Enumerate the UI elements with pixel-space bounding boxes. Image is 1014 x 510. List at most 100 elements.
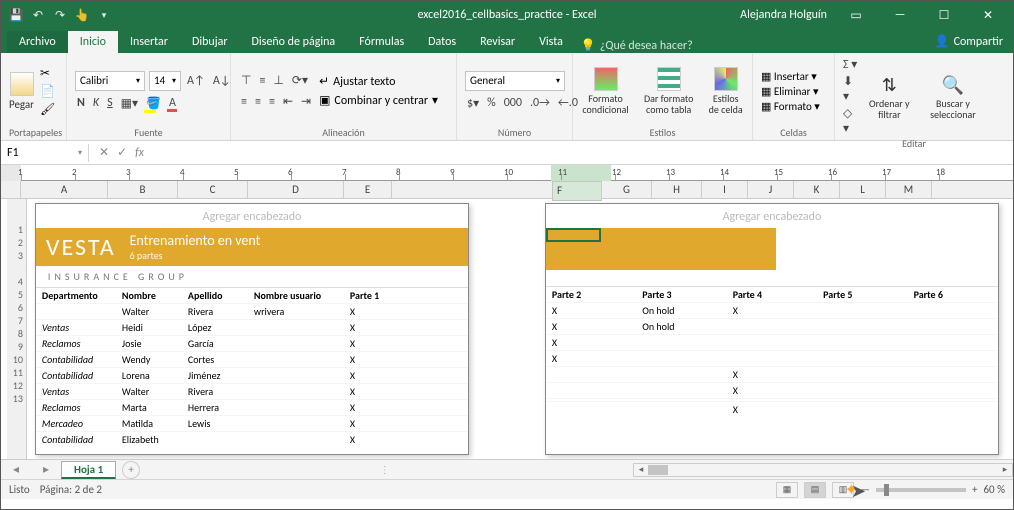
insert-cells-button[interactable]: ▦ Insertar ▾ xyxy=(761,70,820,83)
comma-icon[interactable]: 000 xyxy=(502,95,524,111)
percent-icon[interactable]: % xyxy=(485,95,498,111)
selected-cell-f1[interactable] xyxy=(546,228,601,242)
align-top-icon[interactable]: ⊤ xyxy=(239,72,253,89)
border-button[interactable]: ▦▾ xyxy=(119,95,140,112)
col-h[interactable]: H xyxy=(652,181,702,198)
save-icon[interactable]: 💾 xyxy=(9,8,23,22)
menu-datos[interactable]: Datos xyxy=(416,31,468,53)
find-select-button[interactable]: 🔍Buscar y seleccionar xyxy=(921,74,985,120)
font-size-selector[interactable]: 14 ▾ xyxy=(149,71,181,91)
table-row[interactable]: VentasHeidiLópezX xyxy=(36,320,468,336)
increase-decimal-icon[interactable]: .0→ xyxy=(528,95,552,111)
col-b[interactable]: B xyxy=(108,181,178,198)
align-center-icon[interactable]: ≡ xyxy=(253,94,263,110)
cut-icon[interactable]: ✂ xyxy=(40,66,54,80)
tell-me-search[interactable]: 💡 ¿Qué desea hacer? xyxy=(581,38,693,53)
data-table-2[interactable]: Parte 2 Parte 3 Parte 4 Parte 5 Parte 6 … xyxy=(546,286,998,417)
cancel-formula-icon[interactable]: ✕ xyxy=(99,145,109,160)
minimize-button[interactable]: — xyxy=(885,6,915,24)
table-row[interactable]: ReclamosJosieGarcíaX xyxy=(36,336,468,352)
enter-formula-icon[interactable]: ✓ xyxy=(117,145,127,160)
menu-inicio[interactable]: Inicio xyxy=(68,31,118,53)
table-row[interactable]: X xyxy=(546,402,998,418)
tab-nav-next-icon[interactable]: ▸ xyxy=(43,462,49,477)
menu-archivo[interactable]: Archivo xyxy=(7,31,68,53)
table-row[interactable]: X xyxy=(546,383,998,399)
table-row[interactable]: ReclamosMartaHerreraX xyxy=(36,400,468,416)
paste-button[interactable]: Pegar xyxy=(9,72,34,111)
redo-icon[interactable]: ↷ xyxy=(53,8,67,22)
page-2[interactable]: Agregar encabezado as Parte 2 Parte 3 Pa… xyxy=(545,203,999,455)
horizontal-scrollbar[interactable]: ◂ ▸ xyxy=(633,463,1013,477)
wrap-text-button[interactable]: ↵ Ajustar texto xyxy=(319,74,438,89)
menu-insertar[interactable]: Insertar xyxy=(118,31,180,53)
col-i[interactable]: I xyxy=(702,181,748,198)
table-row[interactable]: X xyxy=(546,367,998,383)
menu-revisar[interactable]: Revisar xyxy=(468,31,527,53)
align-left-icon[interactable]: ≡ xyxy=(239,94,249,110)
new-sheet-button[interactable]: + xyxy=(122,461,140,479)
format-table-button[interactable]: Dar formato como tabla xyxy=(640,67,697,115)
indent-dec-icon[interactable]: ⇤ xyxy=(281,93,295,110)
user-name[interactable]: Alejandra Holguín xyxy=(740,8,827,22)
italic-button[interactable]: K xyxy=(91,95,101,111)
zoom-out-button[interactable]: — xyxy=(860,483,870,496)
add-header-2[interactable]: Agregar encabezado xyxy=(546,204,998,228)
table-row[interactable]: MercadeoMatildaLewisX xyxy=(36,416,468,432)
maximize-button[interactable]: ☐ xyxy=(929,6,959,24)
table-row[interactable]: ContabilidadWendyCortesX xyxy=(36,352,468,368)
table-row[interactable]: X xyxy=(546,335,998,351)
data-table-1[interactable]: Departmento Nombre Apellido Nombre usuar… xyxy=(36,287,468,447)
table-row[interactable]: WalterRiverawriveraX xyxy=(36,304,468,320)
tab-nav-prev-icon[interactable]: ◂ xyxy=(13,462,19,477)
table-row[interactable]: ContabilidadLorenaJiménezX xyxy=(36,368,468,384)
table-row[interactable]: ContabilidadElizabethX xyxy=(36,432,468,448)
col-j[interactable]: J xyxy=(748,181,794,198)
zoom-in-button[interactable]: + xyxy=(972,483,977,496)
row-headers[interactable]: 123 456 789 101112 13 xyxy=(7,199,27,459)
col-m[interactable]: M xyxy=(886,181,932,198)
menu-formulas[interactable]: Fórmulas xyxy=(347,31,416,53)
menu-dibujar[interactable]: Dibujar xyxy=(180,31,240,53)
ribbon-options-icon[interactable]: ▭ xyxy=(841,6,871,24)
scroll-left-icon[interactable]: ◂ xyxy=(634,464,648,476)
touch-icon[interactable]: 👆 xyxy=(75,8,89,22)
font-color-button[interactable]: A xyxy=(167,95,178,111)
fill-icon[interactable]: ⬇ ▾ xyxy=(843,74,858,104)
scroll-thumb[interactable] xyxy=(648,465,668,475)
add-header-1[interactable]: Agregar encabezado xyxy=(36,204,468,228)
sort-filter-button[interactable]: ⇅Ordenar y filtrar xyxy=(864,74,915,120)
align-middle-icon[interactable]: ≡ xyxy=(257,73,267,89)
align-right-icon[interactable]: ≡ xyxy=(267,94,277,110)
increase-font-icon[interactable]: A↑ xyxy=(185,73,207,89)
sheet-tab-hoja1[interactable]: Hoja 1 xyxy=(61,461,116,479)
col-c[interactable]: C xyxy=(178,181,248,198)
orientation-icon[interactable]: ⟳▾ xyxy=(290,72,310,89)
zoom-level[interactable]: 60 % xyxy=(983,483,1005,496)
col-f[interactable]: F xyxy=(552,181,602,201)
zoom-slider[interactable] xyxy=(876,488,966,492)
copy-icon[interactable]: 📄 xyxy=(40,84,54,98)
col-e[interactable]: E xyxy=(344,181,392,198)
currency-icon[interactable]: $▾ xyxy=(465,95,481,112)
bold-button[interactable]: N xyxy=(75,95,87,111)
conditional-format-button[interactable]: Formato condicional xyxy=(581,67,630,115)
page-layout-view-button[interactable]: ▤ xyxy=(804,482,826,498)
menu-diseno[interactable]: Diseño de página xyxy=(240,31,348,53)
column-headers[interactable]: A B C D E F G H I J K L M xyxy=(1,181,1013,199)
table-row[interactable]: XOn hold xyxy=(546,319,998,335)
format-cells-button[interactable]: ▦ Formato ▾ xyxy=(761,100,820,113)
table-row[interactable]: VentasWalterRiveraX xyxy=(36,384,468,400)
scroll-right-icon[interactable]: ▸ xyxy=(998,464,1012,476)
align-bottom-icon[interactable]: ⊥ xyxy=(271,72,285,89)
number-format-selector[interactable]: General▾ xyxy=(465,71,565,91)
col-a[interactable]: A xyxy=(21,181,108,198)
delete-cells-button[interactable]: ▦ Eliminar ▾ xyxy=(761,85,820,98)
decrease-font-icon[interactable]: A↓ xyxy=(211,73,233,89)
share-button[interactable]: 👤 Compartir xyxy=(925,30,1013,53)
menu-vista[interactable]: Vista xyxy=(527,31,575,53)
close-button[interactable]: ✕ xyxy=(973,6,1003,24)
undo-icon[interactable]: ↶ xyxy=(31,8,45,22)
cell-styles-button[interactable]: Estilos de celda xyxy=(707,67,744,115)
col-l[interactable]: L xyxy=(840,181,886,198)
